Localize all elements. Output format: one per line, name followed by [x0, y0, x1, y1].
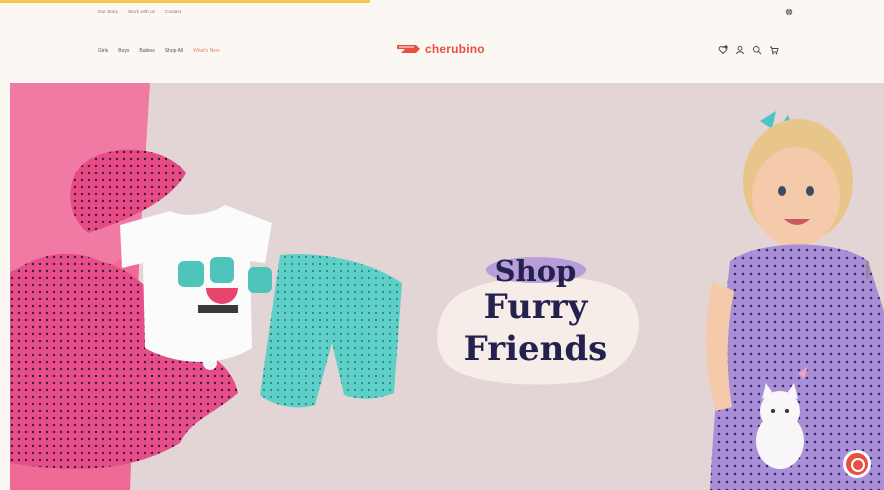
product-clothing-illustration — [10, 149, 402, 469]
cart-icon[interactable] — [769, 45, 779, 55]
page: Our Story Work with us Contact Girls Boy… — [0, 0, 884, 490]
search-icon[interactable] — [752, 45, 762, 55]
utility-link-contact[interactable]: Contact — [165, 9, 181, 14]
hero-title-friends: Friends — [463, 329, 608, 369]
child-model-photo — [706, 111, 884, 490]
utility-links: Our Story Work with us Contact — [98, 9, 181, 14]
globe-icon[interactable] — [785, 8, 793, 16]
chat-icon[interactable] — [843, 450, 871, 478]
utility-bar: Our Story Work with us Contact — [0, 3, 884, 25]
logo-mark-icon — [397, 45, 420, 53]
hero-title-furry: Furry — [483, 287, 588, 327]
nav-item-girls[interactable]: Girls — [98, 48, 108, 54]
nav-item-boys[interactable]: Boys — [118, 48, 129, 54]
hero-title-shop: Shop — [494, 254, 577, 288]
brand-logo[interactable]: cherubino — [396, 42, 485, 56]
hero-cta[interactable]: Shop Furry Friends — [428, 254, 643, 385]
carousel-indicator[interactable] — [866, 261, 869, 279]
utility-link-our-story[interactable]: Our Story — [98, 9, 118, 14]
brand-name: cherubino — [425, 42, 485, 56]
header-icons — [718, 45, 779, 55]
main-nav: Girls Boys Babies Shop All What's New — [98, 48, 220, 54]
utility-link-work-with-us[interactable]: Work with us — [128, 9, 155, 14]
account-icon[interactable] — [735, 45, 745, 55]
nav-item-shop-all[interactable]: Shop All — [165, 48, 183, 54]
nav-item-whats-new[interactable]: What's New — [193, 48, 220, 54]
hero-banner[interactable]: Shop Furry Friends — [10, 83, 884, 490]
wishlist-icon[interactable] — [718, 45, 728, 55]
main-header: Girls Boys Babies Shop All What's New ch… — [0, 25, 884, 83]
nav-item-babies[interactable]: Babies — [139, 48, 154, 54]
